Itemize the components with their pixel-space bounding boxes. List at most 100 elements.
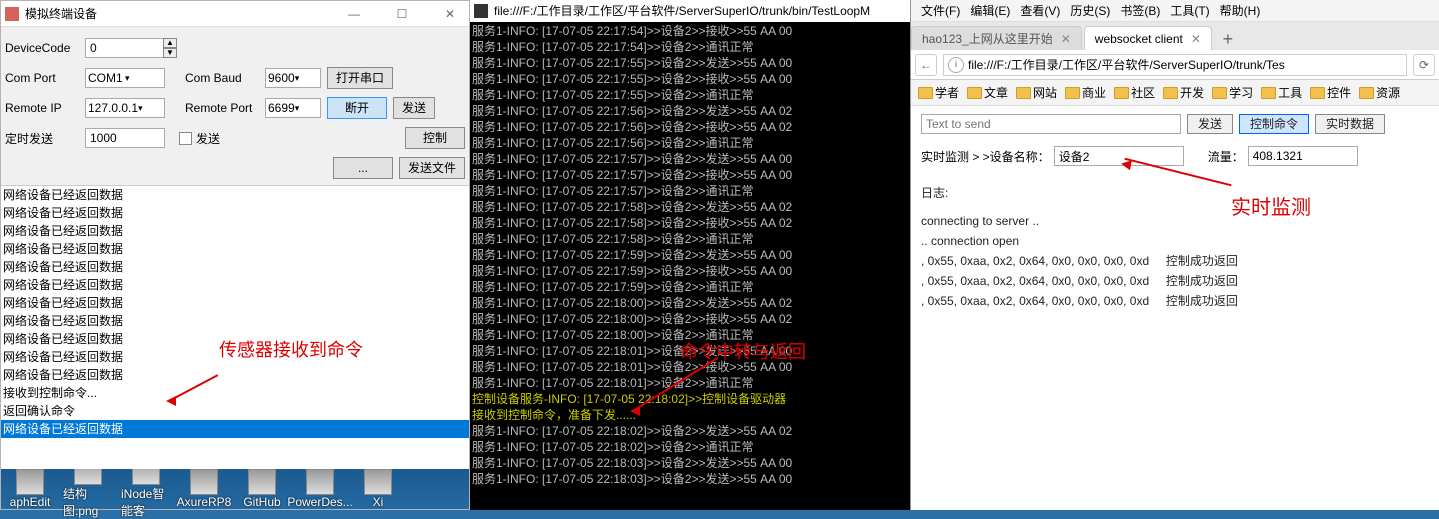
minimize-icon[interactable]: — xyxy=(339,7,369,21)
simulator-window: 模拟终端设备 — ☐ ✕ DeviceCode ▲▼ Com Port COM1… xyxy=(0,0,470,510)
devicecode-input[interactable] xyxy=(85,38,165,58)
log-line: connecting to server .. xyxy=(921,211,1429,231)
realtime-data-button[interactable]: 实时数据 xyxy=(1315,114,1385,134)
log-list[interactable]: 网络设备已经返回数据网络设备已经返回数据网络设备已经返回数据网络设备已经返回数据… xyxy=(1,185,469,469)
list-item[interactable]: 网络设备已经返回数据 xyxy=(1,186,469,204)
console-titlebar[interactable]: file:///F:/工作目录/工作区/平台软件/ServerSuperIO/t… xyxy=(470,0,910,22)
console-line: 服务1-INFO: [17-07-05 22:17:58]>>设备2>>接收>>… xyxy=(472,215,908,231)
console-line: 服务1-INFO: [17-07-05 22:18:00]>>设备2>>发送>>… xyxy=(472,295,908,311)
console-output[interactable]: 服务1-INFO: [17-07-05 22:17:54]>>设备2>>接收>>… xyxy=(472,23,908,487)
console-line: 服务1-INFO: [17-07-05 22:17:55]>>设备2>>接收>>… xyxy=(472,71,908,87)
menu-item[interactable]: 历史(S) xyxy=(1066,2,1114,19)
list-item[interactable]: 网络设备已经返回数据 xyxy=(1,312,469,330)
chevron-down-icon: ▾ xyxy=(125,73,162,84)
label-remoteip: Remote IP xyxy=(5,101,85,115)
new-tab-button[interactable]: + xyxy=(1214,29,1242,50)
annotation-relay: 命令中转与返回 xyxy=(680,344,806,360)
list-item[interactable]: 网络设备已经返回数据 xyxy=(1,294,469,312)
sendfile-button[interactable]: 发送文件 xyxy=(399,157,465,179)
chevron-down-icon: ▾ xyxy=(295,73,318,84)
bookmark-item[interactable]: 商业 xyxy=(1062,84,1109,101)
folder-icon xyxy=(967,87,982,99)
url-input[interactable]: i file:///F:/工作目录/工作区/平台软件/ServerSuperIO… xyxy=(943,54,1407,76)
taskbar-item[interactable]: GitHub xyxy=(237,469,287,509)
bookmark-item[interactable]: 资源 xyxy=(1356,84,1403,101)
bookmark-item[interactable]: 学习 xyxy=(1209,84,1256,101)
send-checkbox[interactable]: 发送 xyxy=(179,130,220,147)
bookmark-item[interactable]: 开发 xyxy=(1160,84,1207,101)
console-line: 服务1-INFO: [17-07-05 22:17:57]>>设备2>>接收>>… xyxy=(472,167,908,183)
log-line: , 0x55, 0xaa, 0x2, 0x64, 0x0, 0x0, 0x0, … xyxy=(921,251,1429,271)
flow-value-input[interactable] xyxy=(1248,146,1358,166)
open-port-button[interactable]: 打开串口 xyxy=(327,67,393,89)
info-icon[interactable]: i xyxy=(948,57,964,73)
menu-item[interactable]: 帮助(H) xyxy=(1216,2,1265,19)
send-button[interactable]: 发送 xyxy=(1187,114,1233,134)
taskbar-item[interactable]: PowerDes... xyxy=(295,469,345,509)
timer-input[interactable] xyxy=(85,128,165,148)
spinner[interactable]: ▲▼ xyxy=(163,38,177,58)
list-item[interactable]: 网络设备已经返回数据 xyxy=(1,222,469,240)
bookmark-item[interactable]: 文章 xyxy=(964,84,1011,101)
send-text-input[interactable] xyxy=(921,114,1181,134)
chevron-down-icon: ▾ xyxy=(138,103,162,114)
bookmark-item[interactable]: 网站 xyxy=(1013,84,1060,101)
comport-select[interactable]: COM1▾ xyxy=(85,68,165,88)
url-bar: ← i file:///F:/工作目录/工作区/平台软件/ServerSuper… xyxy=(911,50,1439,80)
disconnect-button[interactable]: 断开 xyxy=(327,97,387,119)
control-button[interactable]: 控制 xyxy=(405,127,465,149)
reload-button[interactable]: ⟳ xyxy=(1413,54,1435,76)
label-baud: Com Baud xyxy=(185,71,265,85)
console-title: file:///F:/工作目录/工作区/平台软件/ServerSuperIO/t… xyxy=(494,3,870,19)
list-item[interactable]: 网络设备已经返回数据 xyxy=(1,258,469,276)
list-item[interactable]: 网络设备已经返回数据 xyxy=(1,420,469,438)
bookmark-item[interactable]: 学者 xyxy=(915,84,962,101)
taskbar-item[interactable]: aphEdit xyxy=(5,469,55,509)
control-cmd-button[interactable]: 控制命令 xyxy=(1239,114,1309,134)
taskbar-item[interactable]: AxureRP8 xyxy=(179,469,229,509)
page-content: 发送 控制命令 实时数据 实时监测 > >设备名称： 流量： 日志: conne… xyxy=(911,106,1439,510)
browse-button[interactable]: ... xyxy=(333,157,393,179)
console-line: 服务1-INFO: [17-07-05 22:17:59]>>设备2>>发送>>… xyxy=(472,247,908,263)
bookmark-item[interactable]: 工具 xyxy=(1258,84,1305,101)
bookmark-item[interactable]: 控件 xyxy=(1307,84,1354,101)
remoteport-select[interactable]: 6699▾ xyxy=(265,98,321,118)
list-item[interactable]: 网络设备已经返回数据 xyxy=(1,204,469,222)
bookmark-item[interactable]: 社区 xyxy=(1111,84,1158,101)
baud-select[interactable]: 9600▾ xyxy=(265,68,321,88)
folder-icon xyxy=(1065,87,1080,99)
send-button[interactable]: 发送 xyxy=(393,97,435,119)
folder-icon xyxy=(1261,87,1276,99)
close-tab-icon[interactable]: ✕ xyxy=(1061,32,1071,46)
flow-label: 流量： xyxy=(1208,148,1244,165)
back-button[interactable]: ← xyxy=(915,54,937,76)
browser-tab[interactable]: hao123_上网从这里开始✕ xyxy=(911,26,1082,50)
arrow-icon xyxy=(161,376,221,400)
list-item[interactable]: 网络设备已经返回数据 xyxy=(1,240,469,258)
menu-item[interactable]: 书签(B) xyxy=(1116,2,1164,19)
label-port: Com Port xyxy=(5,71,85,85)
browser-tab[interactable]: websocket client✕ xyxy=(1084,26,1212,50)
console-line: 服务1-INFO: [17-07-05 22:18:00]>>设备2>>接收>>… xyxy=(472,311,908,327)
close-tab-icon[interactable]: ✕ xyxy=(1191,32,1201,46)
remoteip-select[interactable]: 127.0.0.1▾ xyxy=(85,98,165,118)
list-item[interactable]: 返回确认命令 xyxy=(1,402,469,420)
list-item[interactable]: 接收到控制命令... xyxy=(1,384,469,402)
console-line: 服务1-INFO: [17-07-05 22:18:01]>>设备2>>通讯正常 xyxy=(472,375,908,391)
log-title: 日志: xyxy=(921,184,1429,201)
menu-item[interactable]: 工具(T) xyxy=(1166,2,1213,19)
menu-item[interactable]: 编辑(E) xyxy=(966,2,1014,19)
close-icon[interactable]: ✕ xyxy=(435,7,465,21)
list-item[interactable]: 网络设备已经返回数据 xyxy=(1,366,469,384)
menu-item[interactable]: 查看(V) xyxy=(1016,2,1064,19)
console-line: 服务1-INFO: [17-07-05 22:17:54]>>设备2>>通讯正常 xyxy=(472,39,908,55)
browser-log: connecting to server .... connection ope… xyxy=(921,211,1429,311)
titlebar[interactable]: 模拟终端设备 — ☐ ✕ xyxy=(1,1,469,27)
console-line: 服务1-INFO: [17-07-05 22:17:59]>>设备2>>接收>>… xyxy=(472,263,908,279)
list-item[interactable]: 网络设备已经返回数据 xyxy=(1,276,469,294)
folder-icon xyxy=(918,87,933,99)
maximize-icon[interactable]: ☐ xyxy=(387,7,417,21)
taskbar-item[interactable]: Xi xyxy=(353,469,403,509)
menu-item[interactable]: 文件(F) xyxy=(917,2,964,19)
console-line: 服务1-INFO: [17-07-05 22:18:03]>>设备2>>发送>>… xyxy=(472,471,908,487)
